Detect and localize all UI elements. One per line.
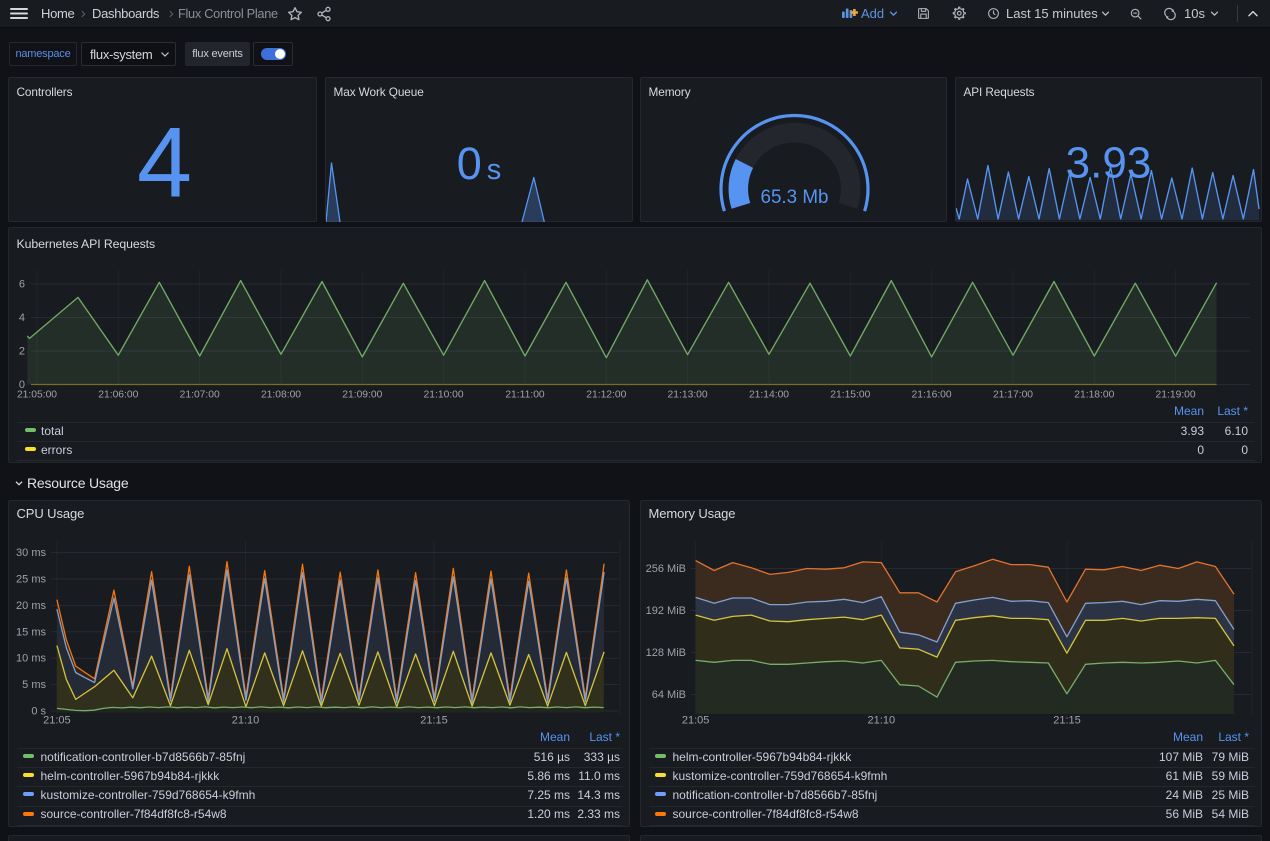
svg-text:21:10:00: 21:10:00 [424,390,464,401]
svg-text:21:05: 21:05 [682,715,710,727]
svg-text:21:16:00: 21:16:00 [912,390,952,401]
svg-text:21:12:00: 21:12:00 [586,390,626,401]
svg-text:21:10: 21:10 [232,715,260,727]
svg-text:21:18:00: 21:18:00 [1074,390,1114,401]
svg-text:21:15: 21:15 [1053,715,1081,727]
svg-text:21:08:00: 21:08:00 [261,390,301,401]
svg-text:65.3 Mb: 65.3 Mb [761,187,829,208]
svg-text:21:17:00: 21:17:00 [993,390,1033,401]
svg-text:21:13:00: 21:13:00 [668,390,708,401]
svg-text:128 MiB: 128 MiB [646,647,686,659]
svg-text:21:15: 21:15 [420,715,448,727]
svg-text:15 ms: 15 ms [16,626,46,638]
svg-text:192 MiB: 192 MiB [646,605,686,617]
svg-text:10 ms: 10 ms [16,653,46,665]
svg-text:25 ms: 25 ms [16,574,46,586]
svg-text:6: 6 [19,279,25,291]
svg-text:21:10: 21:10 [868,715,896,727]
svg-text:20 ms: 20 ms [16,600,46,612]
svg-text:2: 2 [19,346,25,358]
svg-text:21:07:00: 21:07:00 [180,390,220,401]
svg-text:21:11:00: 21:11:00 [505,390,545,401]
svg-text:5 ms: 5 ms [22,679,46,691]
svg-text:256 MiB: 256 MiB [646,563,686,575]
svg-text:21:09:00: 21:09:00 [342,390,382,401]
svg-text:21:05: 21:05 [43,715,71,727]
svg-text:21:15:00: 21:15:00 [830,390,870,401]
svg-text:21:05:00: 21:05:00 [17,390,57,401]
svg-text:21:14:00: 21:14:00 [749,390,789,401]
svg-text:4: 4 [19,312,25,324]
svg-text:21:06:00: 21:06:00 [98,390,138,401]
svg-text:21:19:00: 21:19:00 [1156,390,1196,401]
svg-text:64 MiB: 64 MiB [652,689,686,701]
svg-text:30 ms: 30 ms [16,547,46,559]
